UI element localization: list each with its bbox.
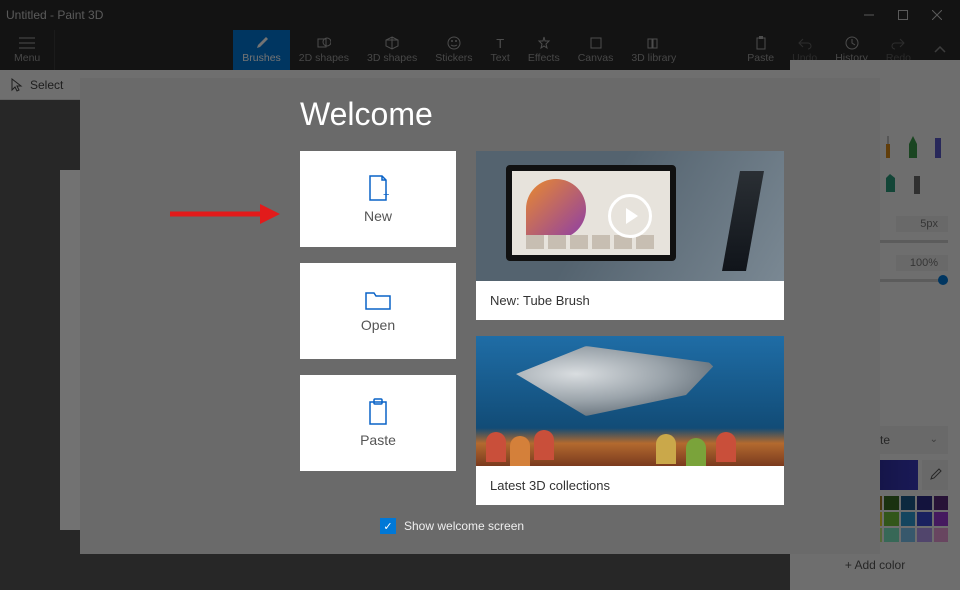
paste-label: Paste — [360, 432, 396, 448]
show-welcome-checkbox[interactable]: ✓ Show welcome screen — [380, 518, 524, 534]
clipboard-icon — [367, 398, 389, 426]
new-card[interactable]: + New — [300, 151, 456, 247]
open-label: Open — [361, 317, 395, 333]
new-label: New — [364, 208, 392, 224]
svg-text:+: + — [383, 189, 389, 201]
paste-card[interactable]: Paste — [300, 375, 456, 471]
checkbox-label: Show welcome screen — [404, 519, 524, 533]
folder-icon — [364, 289, 392, 311]
feature-label: Latest 3D collections — [476, 466, 784, 505]
feature-label: New: Tube Brush — [476, 281, 784, 320]
video-thumbnail — [476, 151, 784, 281]
welcome-heading: Welcome — [300, 96, 880, 133]
play-icon — [608, 194, 652, 238]
checkbox-checked-icon: ✓ — [380, 518, 396, 534]
feature-card-video[interactable]: New: Tube Brush — [476, 151, 784, 320]
new-file-icon: + — [366, 174, 390, 202]
feature-card-collections[interactable]: Latest 3D collections — [476, 336, 784, 505]
collections-thumbnail — [476, 336, 784, 466]
annotation-arrow — [170, 202, 280, 226]
welcome-dialog: Welcome + New Open — [80, 78, 880, 554]
open-card[interactable]: Open — [300, 263, 456, 359]
